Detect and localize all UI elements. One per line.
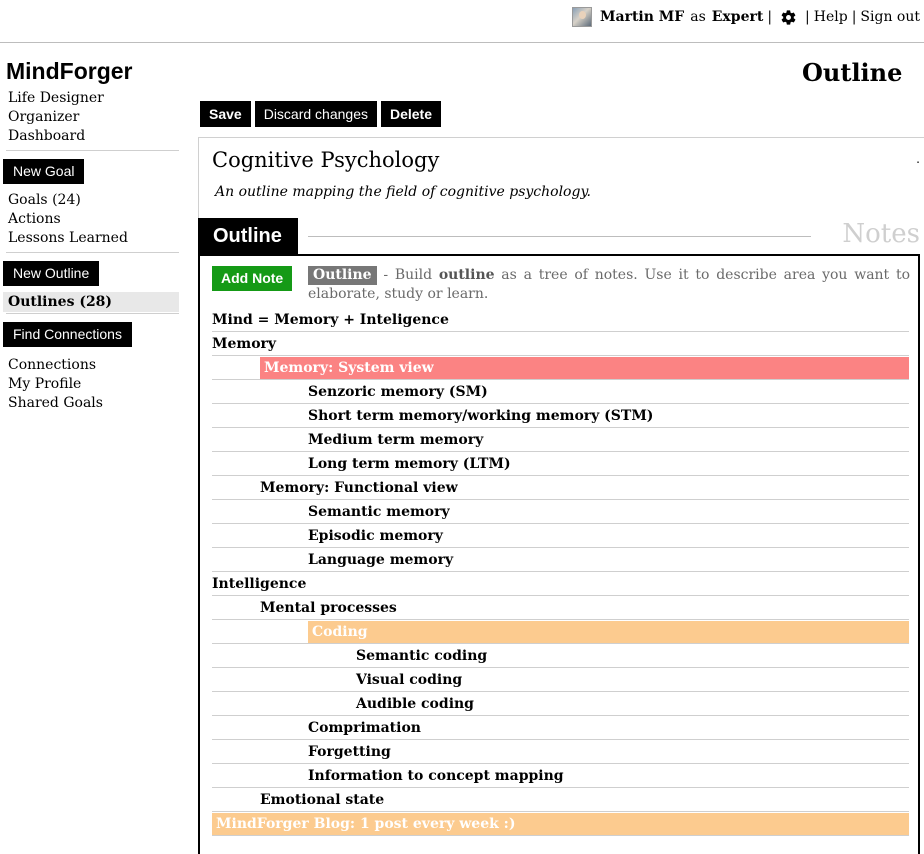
divider xyxy=(308,236,811,237)
note-row[interactable]: Semantic memory xyxy=(212,500,909,524)
note-row[interactable]: Semantic coding xyxy=(212,644,909,668)
view-tabs: Outline Notes xyxy=(198,218,924,254)
note-title[interactable]: Language memory xyxy=(212,549,909,571)
help-link[interactable]: Help xyxy=(814,9,848,25)
top-bar: Martin MF as Expert | | Help | Sign out xyxy=(0,0,924,43)
note-title[interactable]: Forgetting xyxy=(212,741,909,763)
sidebar-item-life-designer[interactable]: Life Designer xyxy=(8,89,180,108)
note-row[interactable]: Emotional state xyxy=(212,788,909,812)
note-title[interactable]: Short term memory/working memory (STM) xyxy=(212,405,909,427)
intro-pre: - Build xyxy=(376,267,439,283)
separator: | xyxy=(851,9,857,25)
gear-icon[interactable] xyxy=(780,9,797,26)
note-row[interactable]: Episodic memory xyxy=(212,524,909,548)
divider xyxy=(6,313,179,314)
note-row[interactable]: Audible coding xyxy=(212,692,909,716)
separator: | xyxy=(767,9,773,25)
note-row[interactable]: Information to concept mapping xyxy=(212,764,909,788)
outline-chip: Outline xyxy=(308,266,377,285)
note-row[interactable]: Medium term memory xyxy=(212,428,909,452)
note-title[interactable]: Coding xyxy=(308,621,909,643)
delete-button[interactable]: Delete xyxy=(380,101,442,127)
sidebar-item-my-profile[interactable]: My Profile xyxy=(8,375,180,394)
divider xyxy=(6,150,179,151)
note-title[interactable]: Mental processes xyxy=(212,597,909,619)
save-button[interactable]: Save xyxy=(200,101,251,127)
note-row[interactable]: MindForger Blog: 1 post every week :) xyxy=(212,812,909,836)
note-title[interactable]: Emotional state xyxy=(212,789,909,811)
new-outline-button[interactable]: New Outline xyxy=(3,261,100,286)
sign-out-link[interactable]: Sign out xyxy=(860,9,920,25)
note-row[interactable]: Forgetting xyxy=(212,740,909,764)
outline-name: Cognitive Psychology xyxy=(212,148,440,172)
note-title[interactable]: Comprimation xyxy=(212,717,909,739)
note-row[interactable]: Memory xyxy=(212,332,909,356)
outline-panel: Add Note Outline - Build outline as a tr… xyxy=(198,254,920,854)
note-row[interactable]: Comprimation xyxy=(212,716,909,740)
sidebar-item-shared-goals[interactable]: Shared Goals xyxy=(8,394,180,413)
note-row[interactable]: Memory: System view xyxy=(212,356,909,380)
note-title[interactable]: Audible coding xyxy=(212,693,909,715)
avatar[interactable] xyxy=(572,7,593,27)
note-row[interactable]: Mind = Memory + Inteligence xyxy=(212,308,909,332)
note-title[interactable]: Medium term memory xyxy=(212,429,909,451)
find-connections-button[interactable]: Find Connections xyxy=(3,322,132,347)
note-title[interactable]: Visual coding xyxy=(212,669,909,691)
note-title[interactable]: Intelligence xyxy=(212,573,909,595)
note-row[interactable]: Language memory xyxy=(212,548,909,572)
tab-outline[interactable]: Outline xyxy=(198,218,298,254)
user-box: Martin MF as Expert | | Help | Sign out xyxy=(572,6,920,28)
toolbar: Save Discard changes Delete xyxy=(200,101,445,127)
note-title[interactable]: Semantic coding xyxy=(212,645,909,667)
sidebar-item-connections[interactable]: Connections xyxy=(8,356,180,375)
sidebar: MindForger Life Designer Organizer Dashb… xyxy=(0,56,180,413)
intro-bold: outline xyxy=(438,267,495,283)
outline-description: An outline mapping the field of cognitiv… xyxy=(215,184,591,200)
note-title[interactable]: Episodic memory xyxy=(212,525,909,547)
note-title[interactable]: Memory xyxy=(212,333,909,355)
note-title[interactable]: Memory: System view xyxy=(260,357,909,379)
sidebar-item-goals[interactable]: Goals (24) xyxy=(8,191,180,210)
as-label: as xyxy=(690,9,706,25)
notes-tree: Mind = Memory + Inteligence Memory Memory:… xyxy=(212,308,909,836)
note-title[interactable]: Semantic memory xyxy=(212,501,909,523)
note-title[interactable]: Mind = Memory + Inteligence xyxy=(212,309,909,331)
note-title[interactable]: MindForger Blog: 1 post every week :) xyxy=(212,813,909,835)
sidebar-item-outlines[interactable]: Outlines (28) xyxy=(3,292,179,312)
note-row[interactable]: Long term memory (LTM) xyxy=(212,452,909,476)
note-row[interactable]: Short term memory/working memory (STM) xyxy=(212,404,909,428)
note-row[interactable]: Memory: Functional view xyxy=(212,476,909,500)
note-title[interactable]: Long term memory (LTM) xyxy=(212,453,909,475)
user-role: Expert xyxy=(711,9,764,25)
brand-logo[interactable]: MindForger xyxy=(6,58,180,85)
note-row[interactable]: Visual coding xyxy=(212,668,909,692)
tab-notes[interactable]: Notes xyxy=(842,219,920,249)
note-title[interactable]: Senzoric memory (SM) xyxy=(212,381,909,403)
note-row[interactable]: Coding xyxy=(212,620,909,644)
intro-text: Outline - Build outline as a tree of not… xyxy=(308,266,910,304)
sidebar-item-organizer[interactable]: Organizer xyxy=(8,108,180,127)
note-title[interactable]: Memory: Functional view xyxy=(212,477,909,499)
sidebar-item-lessons-learned[interactable]: Lessons Learned xyxy=(8,229,180,248)
outline-intro: Add Note Outline - Build outline as a tr… xyxy=(212,264,910,310)
note-row[interactable]: Mental processes xyxy=(212,596,909,620)
page-title: Outline xyxy=(802,58,903,87)
discard-changes-button[interactable]: Discard changes xyxy=(254,101,377,127)
user-name[interactable]: Martin MF xyxy=(600,9,684,25)
sidebar-item-dashboard[interactable]: Dashboard xyxy=(8,127,180,146)
note-row[interactable]: Intelligence xyxy=(212,572,909,596)
note-row[interactable]: Senzoric memory (SM) xyxy=(212,380,909,404)
separator: | xyxy=(805,9,810,25)
divider xyxy=(6,252,179,253)
sidebar-item-actions[interactable]: Actions xyxy=(8,210,180,229)
new-goal-button[interactable]: New Goal xyxy=(3,159,85,184)
note-title[interactable]: Information to concept mapping xyxy=(212,765,909,787)
add-note-button[interactable]: Add Note xyxy=(212,266,293,291)
outline-header: Cognitive Psychology An outline mapping … xyxy=(198,137,924,218)
corner-mark: . xyxy=(916,152,920,166)
